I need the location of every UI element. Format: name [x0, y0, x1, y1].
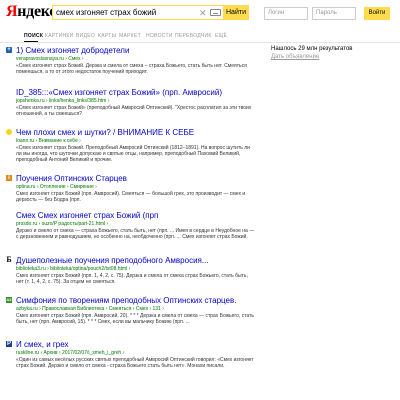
result-title[interactable]: ID_385:::«Смех изгоняет страх Божий» (пр…	[16, 88, 222, 97]
result-snippet: Смех изгоняет страх Божий (прп. Амвросий…	[16, 191, 246, 203]
logo-first-letter: Я	[6, 3, 18, 20]
result-title[interactable]: Поучения Оптинских Старцев	[16, 174, 127, 183]
result-title[interactable]: Чем плохи смех и шутки? / ВНИМАНИЕ К СЕБ…	[16, 128, 194, 137]
ads-link[interactable]: Дать объявление	[271, 53, 396, 61]
search-input[interactable]	[53, 6, 203, 19]
result-snippet: Смех изгоняет страх Божий (прп. 1, 4, 2,…	[16, 273, 248, 285]
book-icon: i	[6, 175, 12, 181]
tab-translator[interactable]: ПЕРЕВОДЧИК	[175, 33, 212, 39]
header: Яндекс ✕ Найти Логин Пароль Войти	[0, 0, 400, 26]
signin-button[interactable]: Войти	[364, 7, 390, 20]
b-icon: Б	[6, 255, 12, 264]
bulb-icon	[6, 129, 12, 135]
logo-rest: ндекс	[17, 3, 57, 20]
clear-icon[interactable]: ✕	[199, 7, 207, 19]
yandex-logo[interactable]: Яндекс	[6, 3, 56, 21]
result-snippet: Смех изгоняет страх Божий (прп. Амвросий…	[16, 313, 255, 325]
cross-icon: +	[6, 47, 12, 53]
tab-maps[interactable]: КАРТЫ	[98, 33, 116, 39]
result-url[interactable]: azbyka.ru › Православная Библиотека › См…	[16, 306, 164, 312]
result-url[interactable]: loann.ru › Внимание к себе ›	[16, 138, 81, 144]
result-url[interactable]: ruskline.ru › Архив › 2017/02/07/i_smeh_…	[16, 350, 124, 356]
tab-images[interactable]: КАРТИНКИ	[45, 33, 74, 39]
result-url[interactable]: jopshenka.ru › links/henka_links/385.htm…	[16, 98, 109, 104]
result-snippet: «Смех изгоняет страх Божий» (преподобный…	[16, 105, 252, 117]
password-field[interactable]: Пароль	[312, 7, 356, 20]
tab-more[interactable]: ЕЩЁ	[215, 33, 227, 39]
result-title[interactable]: Душеполезные поучения преподобного Амвро…	[16, 256, 209, 265]
result-snippet: «Смех изгоняет страх Божий. Преподобный …	[16, 145, 250, 163]
tab-market[interactable]: МАРКЕТ	[119, 33, 141, 39]
result-snippet: «Смех изгоняет страх Божий. Дерзка и сме…	[16, 63, 247, 75]
keyboard-icon[interactable]	[210, 9, 221, 16]
az-icon: AZ	[6, 297, 12, 303]
find-button[interactable]: Найти	[223, 5, 249, 20]
tab-search[interactable]: ПОИСК	[24, 33, 43, 39]
found-count: Нашлось 29 млн результатов	[271, 46, 353, 52]
result-url[interactable]: optina.ru › Отопление › Смирение ›	[16, 184, 97, 190]
active-tab-underline	[24, 41, 38, 42]
tab-news[interactable]: НОВОСТИ	[146, 33, 173, 39]
result-title[interactable]: Симфония по творениям преподобных Оптинс…	[16, 296, 236, 305]
result-title[interactable]: 1) Смех изгоняет добродетели	[16, 46, 129, 55]
login-field[interactable]: Логин	[264, 7, 308, 20]
result-url[interactable]: verapravoslavnaya.ru › Смех ›	[16, 56, 84, 62]
result-title[interactable]: И смех, и грех	[16, 340, 69, 349]
s-icon: Р	[6, 341, 12, 347]
search-tabs: ПОИСК КАРТИНКИ ВИДЕО КАРТЫ МАРКЕТ НОВОСТ…	[0, 31, 400, 43]
search-box: ✕ Найти	[52, 5, 249, 20]
result-url[interactable]: biblioteka3.ru › biblioteka/optina/pouch…	[16, 266, 130, 272]
tab-video[interactable]: ВИДЕО	[76, 33, 95, 39]
results-aside: Нашлось 29 млн результатов Дать объявлен…	[271, 46, 396, 61]
result-title[interactable]: Смех Смех изгоняет страх Божий (прп	[16, 211, 158, 220]
result-url[interactable]: prosdo.ru › ouzo/P радость/part-21.html …	[16, 221, 108, 227]
result-snippet: «Один из самых весёлых русских святых пр…	[16, 357, 254, 369]
result-snippet: Дерзко и смело от смеха — страха Божьего…	[16, 228, 255, 240]
